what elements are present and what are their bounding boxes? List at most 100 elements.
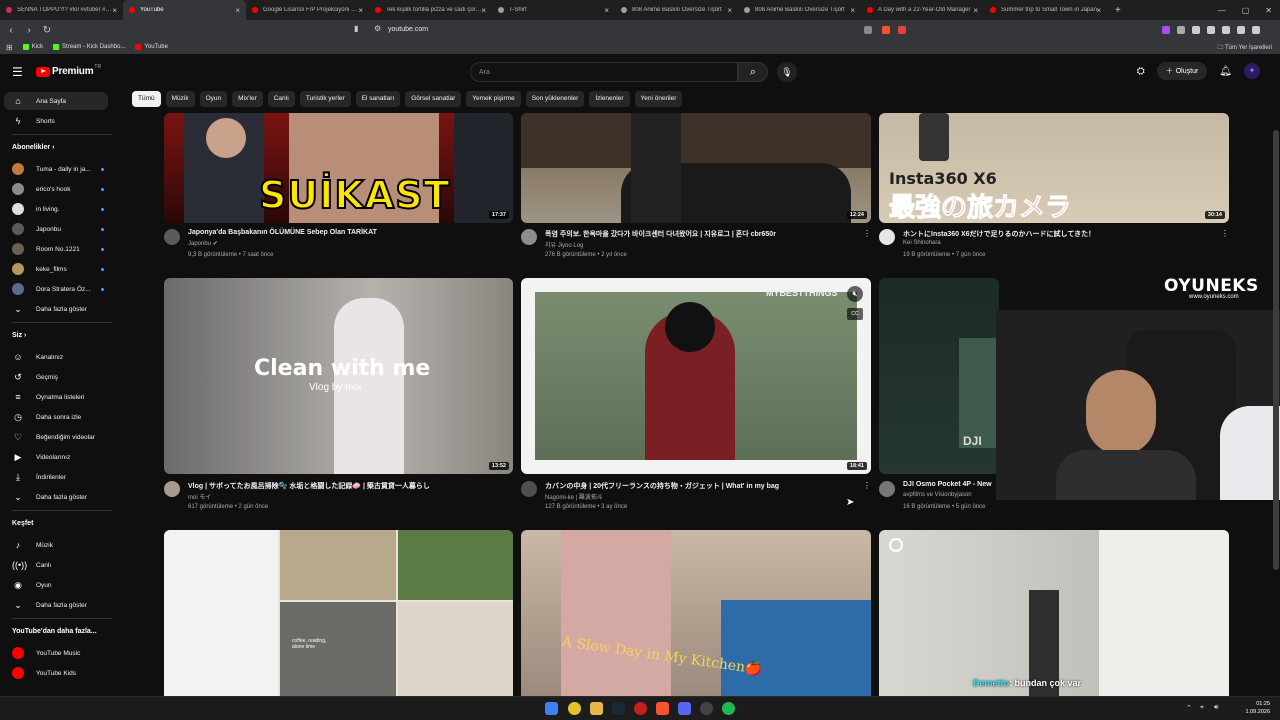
tray-chevron-icon[interactable]: ⌃ xyxy=(1186,704,1192,712)
channel-name[interactable]: avpfilms ve Visionbyjason xyxy=(903,492,972,498)
sidebar-subscription[interactable]: erico's hook xyxy=(4,180,108,198)
sidebar-item-explore[interactable]: ♪ Müzik xyxy=(4,536,108,554)
sidebar-item-youtube-app[interactable]: YouTube Music xyxy=(4,644,108,662)
brave-icon[interactable] xyxy=(656,702,669,715)
sidebar-item-you[interactable]: ▶ Videolarınız xyxy=(4,448,108,466)
mute-icon[interactable]: 🔇︎ xyxy=(847,286,863,302)
clock[interactable]: 01:25 1.09.2026 xyxy=(1246,700,1270,716)
sidebar-subscription[interactable]: in living. xyxy=(4,200,108,218)
windows-start-icon[interactable] xyxy=(545,702,558,715)
channel-name[interactable]: moi モイ xyxy=(188,492,211,501)
browser-tab[interactable]: A Day with a 22-Year-Old Manager × xyxy=(861,0,984,20)
subscriptions-heading[interactable]: Abonelikler › xyxy=(12,144,54,151)
video-thumbnail[interactable]: A Slow Day in My Kitchen🍎 xyxy=(521,530,871,696)
reload-icon[interactable]: ↻ xyxy=(40,25,54,36)
captions-icon[interactable]: CC xyxy=(847,308,863,320)
browser-tab[interactable]: Summer trip to Small Town in Japan × xyxy=(984,0,1107,20)
tab-close-icon[interactable]: × xyxy=(727,6,732,15)
tab-close-icon[interactable]: × xyxy=(112,6,117,15)
sidebar-item-you[interactable]: ☺ Kanalınız xyxy=(4,348,108,366)
video-thumbnail[interactable]: MYBESTTHINGS 🔇︎ CC 18:41 xyxy=(521,278,871,474)
tab-close-icon[interactable]: × xyxy=(850,6,855,15)
more-options-icon[interactable]: ⋮ xyxy=(863,481,871,490)
minimize-icon[interactable]: — xyxy=(1218,6,1226,15)
hamburger-menu-icon[interactable]: ☰ xyxy=(12,65,23,79)
brave-shields-icon[interactable] xyxy=(882,26,890,34)
channel-name[interactable]: Nagomi-ke | 難波拓斗 xyxy=(545,492,603,501)
bookmark-icon[interactable]: ▮ xyxy=(354,24,358,33)
browser-tab[interactable]: Tek kişilik tortilla pizza ve cadı çorba… xyxy=(369,0,492,20)
browser-tab[interactable]: SENNA TOPPU?!? #lol #vtuber #rag × xyxy=(0,0,123,20)
sidebar-toggle-icon[interactable] xyxy=(1207,26,1215,34)
filter-chip[interactable]: Tümü xyxy=(132,91,161,107)
tab-close-icon[interactable]: × xyxy=(235,6,240,15)
tab-close-icon[interactable]: × xyxy=(358,6,363,15)
sidebar-item-explore[interactable]: ((•)) Canlı xyxy=(4,556,108,574)
video-title[interactable]: DJI Osmo Pocket 4P - New xyxy=(903,481,992,488)
sidebar-subscription[interactable]: Japonbu xyxy=(4,220,108,238)
filter-chip[interactable]: Müzik xyxy=(165,91,195,107)
more-options-icon[interactable]: ⋮ xyxy=(863,229,871,238)
video-thumbnail[interactable]: SUİKAST 17:37 xyxy=(164,113,513,223)
maximize-icon[interactable]: ▢ xyxy=(1242,6,1250,15)
channel-avatar[interactable] xyxy=(521,229,537,245)
more-options-icon[interactable]: ⋮ xyxy=(1221,229,1229,238)
sidebar-item-you[interactable]: ◷ Daha sonra izle xyxy=(4,408,108,426)
wallet-icon[interactable] xyxy=(1222,26,1230,34)
video-title[interactable]: 폭염 주의보. 한옥마을 갔다가 바이크센터 다녀왔어요 | 지유로그 | 혼다… xyxy=(545,229,776,239)
channel-name[interactable]: 지유 Jiyoo Log xyxy=(545,240,583,249)
more-from-youtube-heading[interactable]: YouTube'dan daha fazla... xyxy=(12,628,97,635)
voice-search-button[interactable]: 🎙 xyxy=(777,62,797,82)
filter-chip[interactable]: Görsel sanatlar xyxy=(405,91,462,107)
sidebar-item-explore[interactable]: ⌄ Daha fazla göster xyxy=(4,596,108,614)
channel-name[interactable]: Japonbu ✔ xyxy=(188,240,218,247)
filter-chip[interactable]: Turistik yerler xyxy=(299,91,351,107)
opera-icon[interactable] xyxy=(634,702,647,715)
channel-avatar[interactable] xyxy=(164,481,180,497)
video-thumbnail[interactable]: Clean with me Vlog by moi 13:52 xyxy=(164,278,513,474)
video-title[interactable]: Japonya'da Başbakanın ÖLÜMÜNE Sebep Olan… xyxy=(188,229,377,236)
page-scrollbar[interactable] xyxy=(1273,130,1279,570)
sidebar-subscription[interactable]: keke_films xyxy=(4,260,108,278)
sidebar-subscription[interactable]: Tuma - daily in ja... xyxy=(4,160,108,178)
volume-icon[interactable]: 🔊︎ xyxy=(1214,704,1218,712)
sidebar-item-explore[interactable]: ◉ Oyun xyxy=(4,576,108,594)
browser-tab[interactable]: 808 Anime Baskılı Oversize Tişört × xyxy=(738,0,861,20)
filter-chip[interactable]: Oyun xyxy=(199,91,228,107)
notifications-bell-icon[interactable]: 🔔︎ xyxy=(1219,66,1232,77)
tab-close-icon[interactable]: × xyxy=(1096,6,1101,15)
profile-icon[interactable] xyxy=(1252,26,1260,34)
filter-chip[interactable]: Yemek pişirme xyxy=(466,91,521,107)
bookmark-item[interactable]: YouTube xyxy=(135,44,168,50)
tab-close-icon[interactable]: × xyxy=(604,6,609,15)
sidebar-item-you[interactable]: ⤓ İndirilenler xyxy=(4,468,108,486)
brave-rewards-icon[interactable] xyxy=(898,26,906,34)
download-icon[interactable] xyxy=(1237,26,1245,34)
filter-chip[interactable]: İzlenenler xyxy=(589,91,630,107)
media-icon[interactable] xyxy=(1192,26,1200,34)
sidebar-item-you[interactable]: ⌄ Daha fazla göster xyxy=(4,488,108,506)
video-thumbnail[interactable]: Insta360 X6 最強の旅カメラ 30:14 xyxy=(879,113,1229,223)
discord-icon[interactable] xyxy=(678,702,691,715)
channel-avatar[interactable] xyxy=(879,229,895,245)
sidebar-subscription[interactable]: Room No.1221 xyxy=(4,240,108,258)
file-explorer-icon[interactable] xyxy=(590,702,603,715)
filter-chip[interactable]: Son yüklenenler xyxy=(525,91,585,107)
sidebar-item-you[interactable]: ↺ Geçmiş xyxy=(4,368,108,386)
video-thumbnail[interactable] xyxy=(879,530,1229,696)
apps-grid-icon[interactable]: ⊞ xyxy=(6,43,13,52)
video-title[interactable]: ホントにInsta360 X6だけで足りるのかハードに試してきた！ xyxy=(903,229,1095,239)
sidebar-item-you[interactable]: ♡ Beğendiğim videolar xyxy=(4,428,108,446)
browser-tab[interactable]: 808 Anime Baskılı Oversize Tişört × xyxy=(615,0,738,20)
explore-heading[interactable]: Keşfet xyxy=(12,520,33,527)
sidebar-item-youtube-app[interactable]: YouTube Kids xyxy=(4,664,108,682)
url-field[interactable]: youtube.com xyxy=(388,26,428,33)
create-button[interactable]: ＋ Oluştur xyxy=(1156,62,1208,80)
obs-icon[interactable] xyxy=(700,702,713,715)
filter-chip[interactable]: Yeni öneriler xyxy=(634,91,683,107)
you-heading[interactable]: Siz › xyxy=(12,332,26,339)
site-info-icon[interactable]: ⚙ xyxy=(374,24,381,33)
sidebar-item-home[interactable]: ⌂ Ana Sayfa xyxy=(4,92,108,110)
subscriptions-show-more[interactable]: ⌄ Daha fazla göster xyxy=(4,300,108,318)
bookmark-item[interactable]: Kick xyxy=(22,44,43,50)
